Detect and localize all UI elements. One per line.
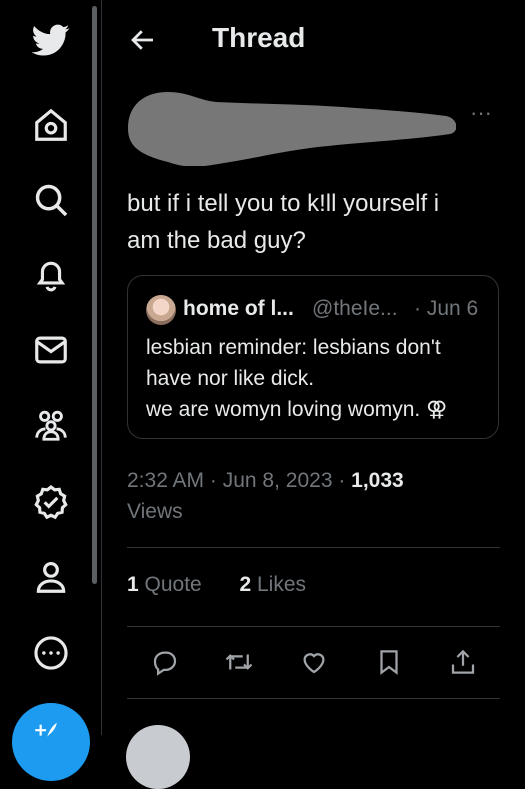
- communities-icon[interactable]: [26, 400, 76, 450]
- likes-stat[interactable]: 2 Likes: [239, 573, 306, 596]
- reply-icon: [153, 651, 177, 676]
- quotes-count: 1: [127, 573, 139, 596]
- tweet-text: but if i tell you to k!ll yourself i am …: [127, 185, 497, 259]
- reply-button[interactable]: [143, 640, 187, 684]
- quoted-date[interactable]: · Jun 6: [414, 297, 478, 321]
- quoted-text: lesbian reminder: lesbians don't have no…: [146, 332, 491, 425]
- quotes-label: Quote: [144, 573, 202, 596]
- likes-label: Likes: [256, 573, 306, 596]
- sidebar: [0, 0, 102, 781]
- quoted-avatar[interactable]: [146, 295, 176, 325]
- redacted-author-scribble: [128, 92, 456, 166]
- like-button[interactable]: [292, 640, 336, 684]
- quoted-tweet[interactable]: home of l... @theIe... · Jun 6 lesbian r…: [127, 275, 499, 439]
- meta-separator: ·: [332, 469, 352, 492]
- heart-icon: [303, 653, 325, 674]
- twitter-bird-icon[interactable]: [26, 15, 76, 65]
- retweet-icon: [225, 654, 253, 670]
- tweet-meta: 2:32 AM · Jun 8, 2023 · 1,033 Views: [127, 465, 404, 527]
- tweet-date[interactable]: Jun 8, 2023: [223, 469, 333, 492]
- quoted-text-line: lesbian reminder: lesbians don't: [146, 336, 441, 359]
- scrollbar[interactable]: [92, 6, 97, 584]
- bookmark-button[interactable]: [367, 640, 411, 684]
- share-button[interactable]: [441, 640, 485, 684]
- meta-separator: ·: [204, 469, 223, 492]
- bookmark-icon: [380, 650, 398, 675]
- home-icon[interactable]: [26, 100, 76, 150]
- back-arrow-button[interactable]: [128, 25, 158, 55]
- divider: [127, 547, 500, 548]
- likes-count: 2: [239, 573, 252, 596]
- more-options-button[interactable]: ···: [470, 100, 500, 125]
- messages-mail-icon[interactable]: [26, 325, 76, 375]
- share-icon: [451, 649, 475, 674]
- retweet-button[interactable]: [217, 640, 261, 684]
- tweet-time[interactable]: 2:32 AM: [127, 469, 204, 492]
- views-label: Views: [127, 500, 183, 523]
- engagement-stats: 1 Quote 2 Likes: [127, 573, 306, 597]
- profile-icon[interactable]: [26, 552, 76, 602]
- tweet-text-line: am the bad guy?: [127, 227, 306, 254]
- action-bar: [127, 640, 500, 684]
- more-options-circle-icon[interactable]: [26, 628, 76, 678]
- main-thread: Thread ··· but if i tell you to k!ll you…: [102, 0, 525, 789]
- divider: [127, 698, 500, 699]
- views-count: 1,033: [351, 469, 404, 492]
- compose-tweet-button[interactable]: [12, 703, 90, 781]
- quoted-handle[interactable]: @theIe...: [312, 297, 398, 321]
- quotes-stat[interactable]: 1 Quote: [127, 573, 202, 596]
- verified-badge-icon[interactable]: [26, 477, 76, 527]
- back-arrow-icon: [131, 30, 153, 50]
- notifications-bell-icon[interactable]: [26, 250, 76, 300]
- quoted-display-name[interactable]: home of l...: [183, 297, 294, 321]
- quoted-text-line: have nor like dick.: [146, 367, 315, 390]
- page-title: Thread: [212, 22, 306, 53]
- compose-feather-icon: [35, 722, 57, 737]
- tweet-text-line: but if i tell you to k!ll yourself i: [127, 190, 440, 217]
- search-icon[interactable]: [26, 175, 76, 225]
- divider: [127, 626, 500, 627]
- quoted-text-line: we are womyn loving womyn. ⚢: [146, 398, 448, 421]
